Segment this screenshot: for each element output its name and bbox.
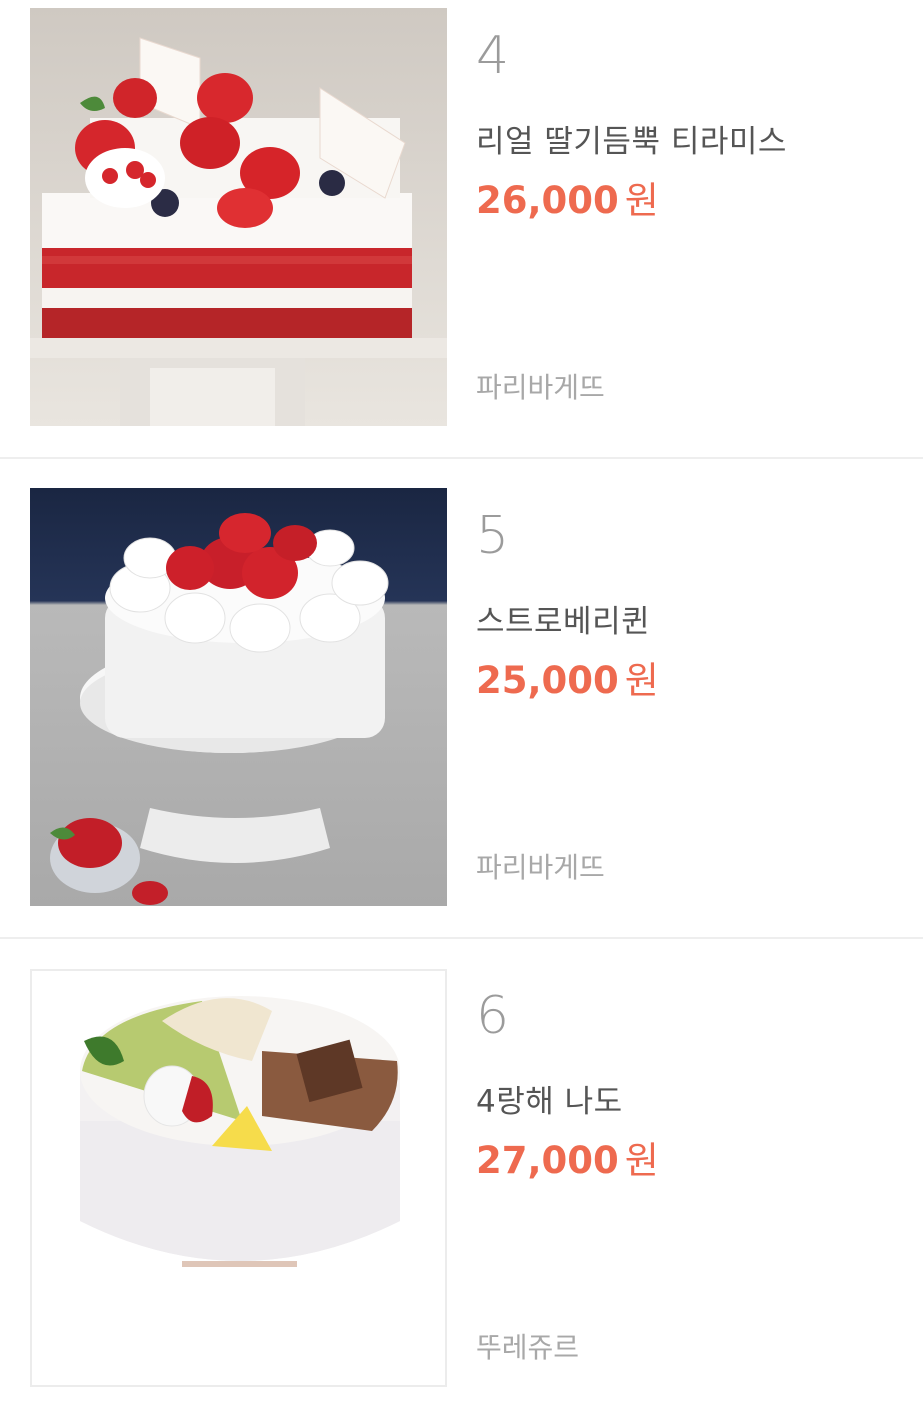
product-item[interactable]: 5 스트로베리퀸 25,000 원 파리바게뜨 — [0, 480, 923, 960]
price-currency: 원 — [624, 659, 659, 702]
strawberry-tiramisu-cake-image — [30, 8, 447, 426]
product-ranking-list: 4 리얼 딸기듬뿍 티라미스 26,000 원 파리바게뜨 5 스트로베리퀸 2… — [0, 0, 923, 1404]
product-image[interactable] — [30, 969, 447, 1387]
price-amount: 26,000 — [476, 179, 619, 222]
product-price: 27,000 원 — [476, 1138, 659, 1184]
product-item[interactable]: 4 리얼 딸기듬뿍 티라미스 26,000 원 파리바게뜨 — [0, 0, 923, 480]
product-brand: 파리바게뜨 — [476, 371, 605, 404]
divider — [0, 457, 923, 459]
product-name[interactable]: 스트로베리퀸 — [476, 602, 650, 642]
product-brand: 뚜레쥬르 — [476, 1331, 580, 1364]
product-price: 26,000 원 — [476, 178, 659, 224]
product-name[interactable]: 4랑해 나도 — [476, 1082, 623, 1122]
price-currency: 원 — [624, 1139, 659, 1182]
product-rank: 5 — [476, 506, 510, 566]
strawberry-queen-cake-image — [30, 488, 447, 906]
price-amount: 27,000 — [476, 1139, 619, 1182]
product-name[interactable]: 리얼 딸기듬뿍 티라미스 — [476, 122, 787, 162]
price-amount: 25,000 — [476, 659, 619, 702]
four-flavor-cake-image — [32, 971, 445, 1385]
product-image[interactable] — [30, 488, 447, 906]
price-currency: 원 — [624, 179, 659, 222]
product-item[interactable]: 6 4랑해 나도 27,000 원 뚜레쥬르 — [0, 960, 923, 1404]
product-rank: 6 — [476, 986, 510, 1046]
product-price: 25,000 원 — [476, 658, 659, 704]
product-image[interactable] — [30, 8, 447, 426]
product-rank: 4 — [476, 26, 510, 86]
product-brand: 파리바게뜨 — [476, 851, 605, 884]
divider — [0, 937, 923, 939]
